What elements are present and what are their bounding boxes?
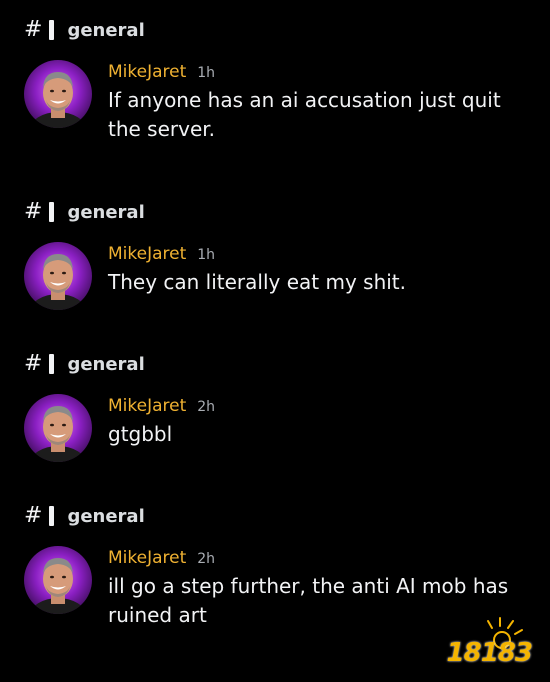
hash-icon: # <box>24 17 43 42</box>
hash-icon: # <box>24 351 43 376</box>
message-meta: MikeJaret 2h <box>108 548 215 568</box>
thread-bar-icon <box>49 20 55 40</box>
message-text: gtgbbl <box>108 422 173 446</box>
channel-name: general <box>67 19 145 41</box>
channel-name: general <box>67 201 145 223</box>
username[interactable]: MikeJaret <box>108 244 186 264</box>
thread-bar-icon <box>49 202 55 222</box>
avatar[interactable] <box>24 546 92 614</box>
message-meta: MikeJaret 1h <box>108 244 215 264</box>
message-meta: MikeJaret 1h <box>108 62 215 82</box>
thread-bar-icon <box>49 354 55 374</box>
timestamp: 2h <box>197 399 216 415</box>
timestamp: 1h <box>197 65 216 81</box>
channel-header[interactable]: # general <box>24 16 145 44</box>
channel-name: general <box>67 505 145 527</box>
channel-header[interactable]: # general <box>24 350 145 378</box>
username[interactable]: MikeJaret <box>108 62 186 82</box>
avatar[interactable] <box>24 242 92 310</box>
channel-header[interactable]: # general <box>24 502 145 530</box>
message-meta: MikeJaret 2h <box>108 396 215 416</box>
username[interactable]: MikeJaret <box>108 396 186 416</box>
message-text: They can literally eat my shit. <box>108 270 407 294</box>
thread-bar-icon <box>49 506 55 526</box>
timestamp: 2h <box>197 551 216 567</box>
message-text: If anyone has an ai accusation just quit… <box>108 88 501 141</box>
avatar[interactable] <box>24 60 92 128</box>
avatar[interactable] <box>24 394 92 462</box>
channel-name: general <box>67 353 145 375</box>
username[interactable]: MikeJaret <box>108 548 186 568</box>
watermark-text: 18183 <box>446 638 533 668</box>
hash-icon: # <box>24 503 43 528</box>
channel-header[interactable]: # general <box>24 198 145 226</box>
hash-icon: # <box>24 199 43 224</box>
timestamp: 1h <box>197 247 216 263</box>
